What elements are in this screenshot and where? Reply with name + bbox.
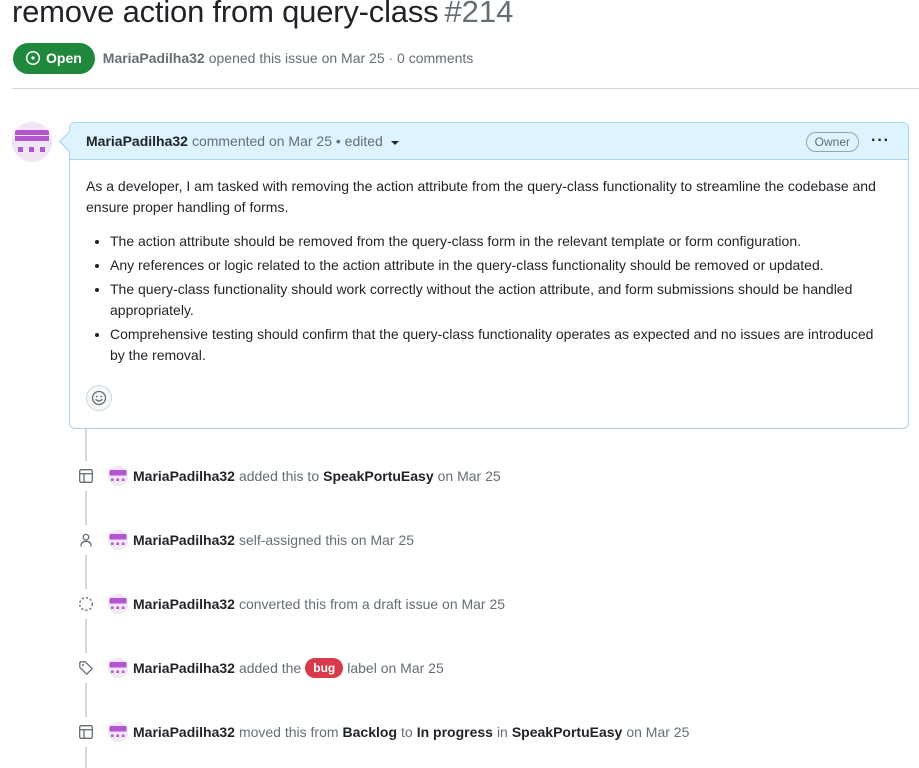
event-text: added this to xyxy=(238,468,320,484)
column-from: Backlog xyxy=(342,724,397,740)
timeline-event: MariaPadilha32 converted this from a dra… xyxy=(71,588,505,620)
person-icon xyxy=(71,525,101,555)
avatar[interactable] xyxy=(12,122,52,162)
event-text: converted this from a draft issue on Mar… xyxy=(238,596,506,612)
avatar[interactable] xyxy=(108,594,128,614)
comment-card: MariaPadilha32 commented on Mar 25 • edi… xyxy=(69,122,909,429)
comment-body: As a developer, I am tasked with removin… xyxy=(70,160,908,366)
event-text: on Mar 25 xyxy=(437,468,501,484)
header-divider xyxy=(12,88,919,89)
list-item: The query-class functionality should wor… xyxy=(110,279,892,321)
avatar[interactable] xyxy=(108,658,128,678)
list-item: The action attribute should be removed f… xyxy=(110,231,892,252)
list-item: Any references or logic related to the a… xyxy=(110,255,892,276)
event-text: to xyxy=(401,724,413,740)
owner-badge: Owner xyxy=(805,132,859,152)
issue-opened-text: opened this issue on Mar 25 · 0 comments xyxy=(208,50,474,66)
comment-header: MariaPadilha32 commented on Mar 25 • edi… xyxy=(70,123,908,160)
event-text: on Mar 25 xyxy=(626,724,690,740)
event-text: label on Mar 25 xyxy=(347,660,444,676)
avatar[interactable] xyxy=(108,466,128,486)
state-label: Open xyxy=(46,50,82,66)
event-author-link[interactable]: MariaPadilha32 xyxy=(133,532,235,548)
avatar[interactable] xyxy=(108,722,128,742)
add-reaction-button[interactable] xyxy=(86,385,112,411)
event-text: moved this from xyxy=(238,724,339,740)
timeline-event: MariaPadilha32 moved this from Backlog t… xyxy=(71,716,689,748)
event-text: self-assigned this on Mar 25 xyxy=(238,532,415,548)
project-link[interactable]: SpeakPortuEasy xyxy=(323,468,434,484)
issue-meta: Open MariaPadilha32 opened this issue on… xyxy=(13,42,473,74)
timeline-event: MariaPadilha32 added the bug label on Ma… xyxy=(71,652,444,684)
tag-icon xyxy=(71,653,101,683)
chevron-down-icon[interactable] xyxy=(390,140,399,145)
bug-label[interactable]: bug xyxy=(305,658,344,678)
issue-number: #214 xyxy=(444,0,514,29)
smiley-icon xyxy=(91,390,107,406)
comment-meta[interactable]: commented on Mar 25 • edited xyxy=(192,133,383,149)
draft-issue-icon xyxy=(71,589,101,619)
event-text: added the xyxy=(238,660,302,676)
state-badge: Open xyxy=(13,42,95,74)
project-link[interactable]: SpeakPortuEasy xyxy=(512,724,623,740)
list-item: Comprehensive testing should confirm tha… xyxy=(110,324,892,366)
column-to: In progress xyxy=(416,724,493,740)
issue-open-icon xyxy=(25,50,41,66)
issue-author-link[interactable]: MariaPadilha32 xyxy=(103,50,205,66)
issue-title: remove action from query-class xyxy=(12,0,439,29)
project-table-icon xyxy=(71,717,101,747)
event-author-link[interactable]: MariaPadilha32 xyxy=(133,660,235,676)
issue-title-row: remove action from query-class #214 xyxy=(12,0,513,34)
comment-intro: As a developer, I am tasked with removin… xyxy=(86,178,876,215)
event-author-link[interactable]: MariaPadilha32 xyxy=(133,724,235,740)
comment-bullet-list: The action attribute should be removed f… xyxy=(86,231,892,366)
comment-author-link[interactable]: MariaPadilha32 xyxy=(86,133,188,149)
event-author-link[interactable]: MariaPadilha32 xyxy=(133,468,235,484)
kebab-menu-icon[interactable]: ··· xyxy=(871,131,890,151)
avatar[interactable] xyxy=(108,530,128,550)
timeline-event: MariaPadilha32 added this to SpeakPortuE… xyxy=(71,460,501,492)
project-table-icon xyxy=(71,461,101,491)
timeline-event: MariaPadilha32 self-assigned this on Mar… xyxy=(71,524,414,556)
event-author-link[interactable]: MariaPadilha32 xyxy=(133,596,235,612)
event-text: in xyxy=(496,724,508,740)
